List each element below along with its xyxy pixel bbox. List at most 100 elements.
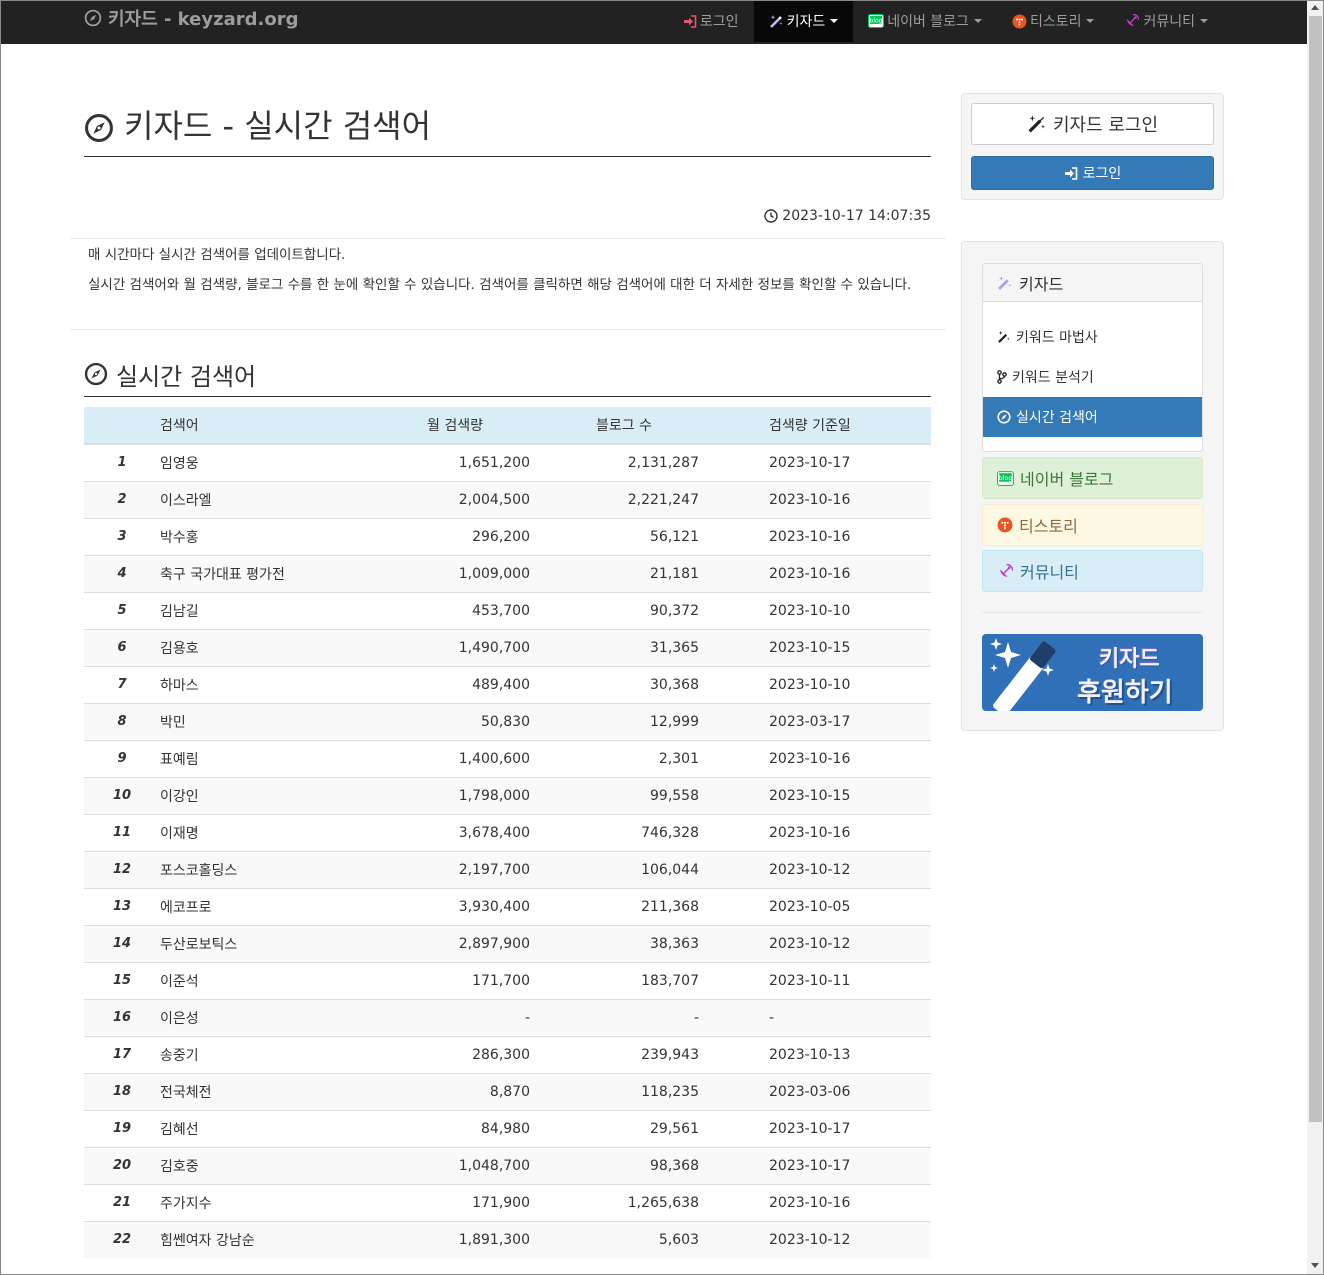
sidebar-item-realtime-keywords[interactable]: 실시간 검색어 (983, 397, 1202, 437)
keyword-cell[interactable]: 포스코홀딩스 (160, 850, 380, 888)
blog-count-cell: 90,372 (530, 591, 699, 629)
nav-keyzard[interactable]: 키자드 (753, 0, 854, 42)
rank-cell: 12 (84, 850, 160, 888)
sidebar-item-keyword-analyzer[interactable]: 키워드 분석기 (983, 357, 1202, 397)
table-row[interactable]: 6 김용호 1,490,700 31,365 2023-10-15 (84, 628, 931, 666)
keyword-cell[interactable]: 주가지수 (160, 1183, 380, 1221)
nav-naver-blog-label: 네이버 블로그 (887, 14, 969, 30)
donate-line-1: 키자드 (1099, 647, 1160, 672)
section-header: 실시간 검색어 (84, 352, 931, 397)
table-row[interactable]: 14 두산로보틱스 2,897,900 38,363 2023-10-12 (84, 924, 931, 962)
sidebar-menu-well: 키자드 키워드 마법사 키워드 분석기 실시간 검색어 blog 네이버 블로그… (961, 241, 1224, 731)
table-row[interactable]: 11 이재명 3,678,400 746,328 2023-10-16 (84, 813, 931, 851)
base-date-cell: 2023-10-05 (699, 887, 931, 925)
login-title: 키자드 로그인 (971, 103, 1214, 145)
keyword-cell[interactable]: 박민 (160, 702, 380, 740)
caret-down-icon (1086, 19, 1095, 23)
rank-cell: 14 (84, 924, 160, 962)
scroll-down-arrow-icon[interactable] (1311, 1263, 1319, 1268)
blog-count-cell: 2,301 (530, 739, 699, 777)
sidebar-community-label: 커뮤니티 (1020, 563, 1079, 582)
keyword-cell[interactable]: 박수홍 (160, 517, 380, 555)
base-date-cell: 2023-10-17 (699, 1146, 931, 1184)
table-row[interactable]: 20 김호중 1,048,700 98,368 2023-10-17 (84, 1146, 931, 1184)
wand-icon (1027, 114, 1047, 134)
description: 매 시간마다 실시간 검색어를 업데이트합니다. 실시간 검색어와 월 검색량,… (70, 238, 946, 330)
header-rank (84, 407, 160, 445)
sidebar-naver-blog[interactable]: blog 네이버 블로그 (982, 457, 1203, 499)
table-row[interactable]: 16 이은성 - - - (84, 998, 931, 1036)
table-row[interactable]: 4 축구 국가대표 평가전 1,009,000 21,181 2023-10-16 (84, 554, 931, 592)
nav-naver-blog[interactable]: blog 네이버 블로그 (853, 0, 997, 42)
monthly-volume-cell: 1,400,600 (380, 739, 530, 777)
sidebar-community[interactable]: 커뮤니티 (982, 550, 1203, 592)
keyword-cell[interactable]: 김호중 (160, 1146, 380, 1184)
donate-banner[interactable]: 키자드 후원하기 (982, 634, 1203, 711)
keyword-cell[interactable]: 김용호 (160, 628, 380, 666)
table-row[interactable]: 22 힘쎈여자 강남순 1,891,300 5,603 2023-10-12 (84, 1220, 931, 1258)
nav-keyzard-label: 키자드 (786, 14, 826, 30)
table-row[interactable]: 19 김혜선 84,980 29,561 2023-10-17 (84, 1109, 931, 1147)
tistory-icon (1012, 14, 1027, 29)
nav-community-label: 커뮤니티 (1143, 14, 1195, 30)
rank-cell: 20 (84, 1146, 160, 1184)
keyword-cell[interactable]: 이재명 (160, 813, 380, 851)
table-row[interactable]: 8 박민 50,830 12,999 2023-03-17 (84, 702, 931, 740)
table-row[interactable]: 3 박수홍 296,200 56,121 2023-10-16 (84, 517, 931, 555)
rank-cell: 9 (84, 739, 160, 777)
keyword-cell[interactable]: 김남길 (160, 591, 380, 629)
rank-cell: 19 (84, 1109, 160, 1147)
keyword-table: 검색어 월 검색량 블로그 수 검색량 기준일 1 임영웅 1,651,200 2,1… (84, 407, 931, 1258)
nav-login[interactable]: 로그인 (668, 0, 754, 42)
keyword-cell[interactable]: 표예림 (160, 739, 380, 777)
table-row[interactable]: 5 김남길 453,700 90,372 2023-10-10 (84, 591, 931, 629)
scroll-thumb[interactable] (1309, 16, 1322, 1122)
blog-count-cell: 183,707 (530, 961, 699, 999)
table-row[interactable]: 1 임영웅 1,651,200 2,131,287 2023-10-17 (84, 443, 931, 481)
table-header-row: 검색어 월 검색량 블로그 수 검색량 기준일 (84, 407, 931, 445)
table-row[interactable]: 17 송중기 286,300 239,943 2023-10-13 (84, 1035, 931, 1073)
keyword-cell[interactable]: 이강인 (160, 776, 380, 814)
rank-cell: 18 (84, 1072, 160, 1110)
keyword-cell[interactable]: 이준석 (160, 961, 380, 999)
keyword-cell[interactable]: 전국체전 (160, 1072, 380, 1110)
keyword-cell[interactable]: 하마스 (160, 665, 380, 703)
table-row[interactable]: 9 표예림 1,400,600 2,301 2023-10-16 (84, 739, 931, 777)
nav-community[interactable]: 커뮤니티 (1109, 0, 1223, 42)
keyword-cell[interactable]: 이스라엘 (160, 480, 380, 518)
table-row[interactable]: 10 이강인 1,798,000 99,558 2023-10-15 (84, 776, 931, 814)
monthly-volume-cell: 2,004,500 (380, 480, 530, 518)
keyword-cell[interactable]: 축구 국가대표 평가전 (160, 554, 380, 592)
login-button[interactable]: 로그인 (971, 156, 1214, 190)
wand-icon (997, 330, 1011, 344)
sidebar-item-keyword-wizard[interactable]: 키워드 마법사 (983, 317, 1202, 357)
keyword-cell[interactable]: 임영웅 (160, 443, 380, 481)
table-row[interactable]: 13 에코프로 3,930,400 211,368 2023-10-05 (84, 887, 931, 925)
base-date-cell: 2023-03-17 (699, 702, 931, 740)
base-date-cell: 2023-10-10 (699, 591, 931, 629)
header-monthly-volume: 월 검색량 (380, 407, 530, 445)
table-row[interactable]: 12 포스코홀딩스 2,197,700 106,044 2023-10-12 (84, 850, 931, 888)
nav-tistory[interactable]: 티스토리 (997, 0, 1110, 42)
vertical-scrollbar[interactable] (1307, 0, 1324, 1275)
rank-cell: 1 (84, 443, 160, 481)
keyword-cell[interactable]: 이은성 (160, 998, 380, 1036)
sidebar-item-label: 키워드 마법사 (1016, 330, 1098, 346)
timestamp-text: 2023-10-17 14:07:35 (782, 208, 931, 224)
keyword-cell[interactable]: 에코프로 (160, 887, 380, 925)
table-row[interactable]: 18 전국체전 8,870 118,235 2023-03-06 (84, 1072, 931, 1110)
keyword-cell[interactable]: 송중기 (160, 1035, 380, 1073)
table-row[interactable]: 15 이준석 171,700 183,707 2023-10-11 (84, 961, 931, 999)
keyword-cell[interactable]: 두산로보틱스 (160, 924, 380, 962)
header-keyword: 검색어 (160, 407, 380, 445)
table-row[interactable]: 7 하마스 489,400 30,368 2023-10-10 (84, 665, 931, 703)
caret-down-icon (1200, 19, 1208, 23)
keyword-cell[interactable]: 김혜선 (160, 1109, 380, 1147)
table-row[interactable]: 21 주가지수 171,900 1,265,638 2023-10-16 (84, 1183, 931, 1221)
sidebar-tistory[interactable]: 티스토리 (982, 504, 1203, 546)
keyword-cell[interactable]: 힘쎈여자 강남순 (160, 1220, 380, 1258)
table-row[interactable]: 2 이스라엘 2,004,500 2,221,247 2023-10-16 (84, 480, 931, 518)
scroll-up-arrow-icon[interactable] (1311, 5, 1319, 10)
satellite-dish-icon (1124, 13, 1140, 29)
brand-link[interactable]: 키자드 - keyzard.org (84, 7, 298, 30)
